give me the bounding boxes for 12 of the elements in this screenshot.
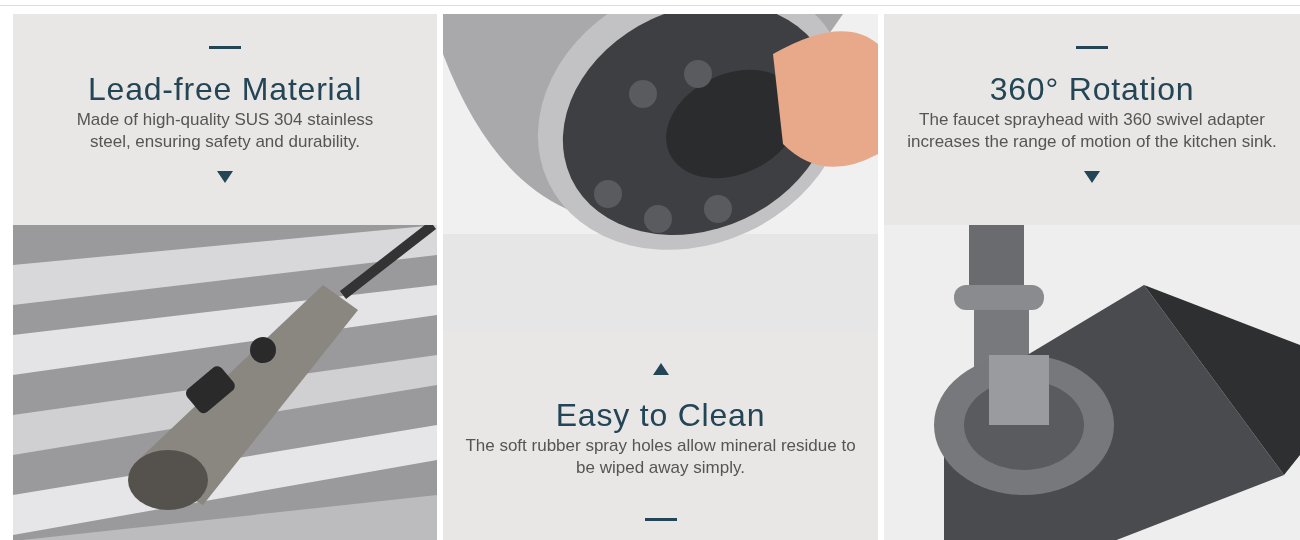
triangle-down-icon (217, 171, 233, 183)
dash-mark (1076, 46, 1108, 49)
dash-mark (209, 46, 241, 49)
dash-mark (644, 518, 677, 521)
feature-title: Lead-free Material (87, 70, 363, 109)
feature-description: The faucet sprayhead with 360 swivel adapter increases the range of motion of the kitchen sink. (906, 109, 1278, 153)
feature-description: Made of high-quality SUS 304 stainless steel, ensuring safety and durability. (75, 109, 375, 153)
triangle-down-icon (1084, 171, 1100, 183)
feature-description: The soft rubber spray holes allow mineral residue to be wiped away simply. (464, 435, 857, 479)
feature-title: Easy to Clean (555, 396, 766, 435)
feature-title: 360° Rotation (989, 70, 1195, 109)
triangle-up-icon (652, 363, 669, 375)
